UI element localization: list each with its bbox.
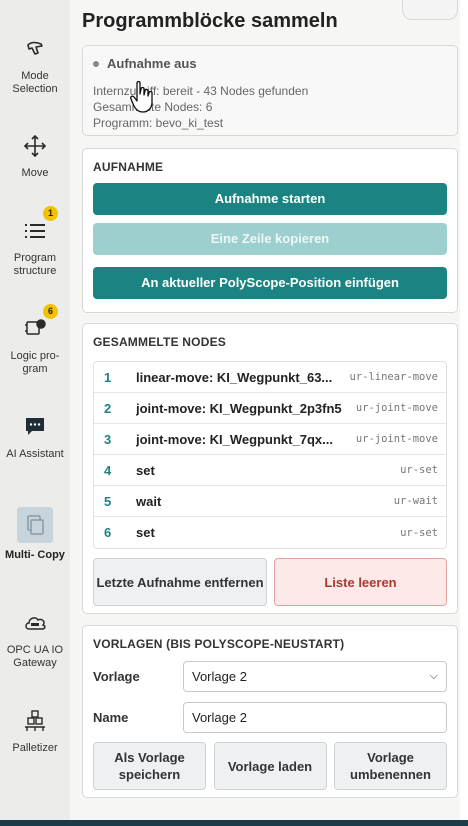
recording-title: AUFNAHME — [93, 160, 164, 174]
template-select[interactable]: Vorlage 2 ⌵ — [183, 661, 447, 692]
sidebar-item-palletizer[interactable]: Palletizer — [0, 708, 70, 755]
load-template-button[interactable]: Vorlage laden — [213, 742, 327, 790]
node-index: 2 — [104, 400, 112, 416]
sidebar-item-opc-ua-io-gateway[interactable]: OPC UA IO Gateway — [0, 610, 70, 670]
insert-at-position-button[interactable]: An aktueller PolyScope-Position einfügen — [93, 267, 447, 299]
list-item[interactable]: 4 set ur-set — [94, 455, 446, 486]
node-index: 6 — [104, 525, 112, 540]
node-type: ur-set — [400, 464, 438, 476]
main-panel: Programmblöcke sammeln Aufnahme aus Inte… — [70, 0, 460, 820]
sidebar-item-ai-assistant[interactable]: AI Assistant — [0, 414, 70, 461]
status-line-program: Programm: bevo_ki_test — [93, 116, 224, 130]
list-item[interactable]: 1 linear-move: KI_Wegpunkt_63... ur-line… — [94, 362, 446, 393]
node-index: 1 — [104, 369, 112, 385]
remove-last-button[interactable]: Letzte Aufnahme entfernen — [93, 558, 267, 606]
page-title: Programmblöcke sammeln — [82, 10, 338, 32]
node-name: joint-move: KI_Wegpunkt_7qx... — [136, 431, 333, 447]
templates-title: VORLAGEN (BIS POLYSCOPE-NEUSTART) — [93, 637, 345, 651]
status-dot-icon — [93, 60, 99, 67]
node-type: ur-set — [400, 526, 438, 539]
recording-card: AUFNAHME Aufnahme starten Eine Zeile kop… — [82, 148, 458, 313]
node-name: set — [136, 525, 155, 540]
start-recording-button[interactable]: Aufnahme starten — [93, 183, 447, 215]
chevron-down-icon: ⌵ — [429, 670, 438, 682]
bottom-bar — [0, 820, 468, 826]
sidebar-item-multi-copy[interactable]: Multi- Copy — [0, 507, 70, 562]
template-name-input[interactable]: Vorlage 2 — [183, 702, 447, 733]
hand-cursor-icon — [130, 80, 153, 113]
list-icon: 1 — [20, 206, 58, 246]
collected-actions: Letzte Aufnahme entfernen Liste leeren — [93, 558, 447, 606]
template-name-row: Name Vorlage 2 — [93, 702, 447, 733]
sidebar-item-logic-program[interactable]: 6 Logic pro- gram — [0, 304, 70, 376]
sidebar-item-program-structure[interactable]: 1 Program structure — [0, 206, 70, 278]
pallet-icon — [20, 708, 50, 736]
notification-badge: 1 — [43, 206, 58, 221]
hand-pointer-icon — [20, 36, 50, 64]
notification-badge: 6 — [43, 304, 58, 319]
nodes-list: 1 linear-move: KI_Wegpunkt_63... ur-line… — [93, 361, 447, 549]
top-action-button[interactable] — [402, 0, 458, 20]
node-index: 5 — [104, 493, 112, 509]
node-type: ur-linear-move — [349, 371, 438, 383]
template-select-row: Vorlage Vorlage 2 ⌵ — [93, 661, 447, 692]
name-label: Name — [93, 710, 129, 725]
collected-nodes-title: GESAMMELTE NODES — [93, 335, 226, 349]
clear-list-button[interactable]: Liste leeren — [274, 558, 447, 606]
chat-bubble-icon — [20, 414, 50, 442]
save-template-button[interactable]: Als Vorlage speichern — [93, 742, 206, 790]
node-index: 3 — [104, 431, 112, 447]
move-arrows-icon — [20, 133, 50, 161]
list-item[interactable]: 5 wait ur-wait — [94, 486, 446, 517]
sidebar-item-mode-selection[interactable]: Mode Selection — [0, 36, 70, 96]
scrollbar[interactable] — [460, 0, 468, 820]
template-select-value: Vorlage 2 — [192, 669, 247, 684]
list-item[interactable]: 3 joint-move: KI_Wegpunkt_7qx... ur-join… — [94, 424, 446, 455]
node-index: 4 — [104, 462, 112, 478]
status-heading-text: Aufnahme aus — [107, 56, 197, 71]
node-name: wait — [136, 493, 162, 509]
node-type: ur-joint-move — [355, 402, 438, 414]
collected-nodes-card: GESAMMELTE NODES 1 linear-move: KI_Wegpu… — [82, 323, 458, 614]
template-label: Vorlage — [93, 669, 140, 684]
node-type: ur-wait — [393, 495, 438, 507]
node-name: linear-move: KI_Wegpunkt_63... — [136, 369, 333, 385]
sidebar-item-move[interactable]: Move — [0, 133, 70, 180]
copy-line-button[interactable]: Eine Zeile kopieren — [93, 223, 447, 255]
status-heading: Aufnahme aus — [93, 56, 447, 71]
rename-template-button[interactable]: Vorlage umbenennen — [334, 742, 447, 790]
cloud-gateway-icon — [20, 610, 50, 638]
template-actions: Als Vorlage speichern Vorlage laden Vorl… — [93, 742, 447, 790]
node-name: set — [136, 462, 155, 478]
node-name: joint-move: KI_Wegpunkt_2p3fn5 — [136, 400, 342, 416]
copy-icon — [17, 507, 53, 543]
node-type: ur-joint-move — [355, 433, 438, 445]
list-item[interactable]: 6 set ur-set — [94, 517, 446, 548]
templates-card: VORLAGEN (BIS POLYSCOPE-NEUSTART) Vorlag… — [82, 625, 458, 798]
list-item[interactable]: 2 joint-move: KI_Wegpunkt_2p3fn5 ur-join… — [94, 393, 446, 424]
sidebar: Mode Selection Move 1 Program structure … — [0, 0, 70, 826]
logic-chip-icon: 6 — [20, 304, 58, 344]
